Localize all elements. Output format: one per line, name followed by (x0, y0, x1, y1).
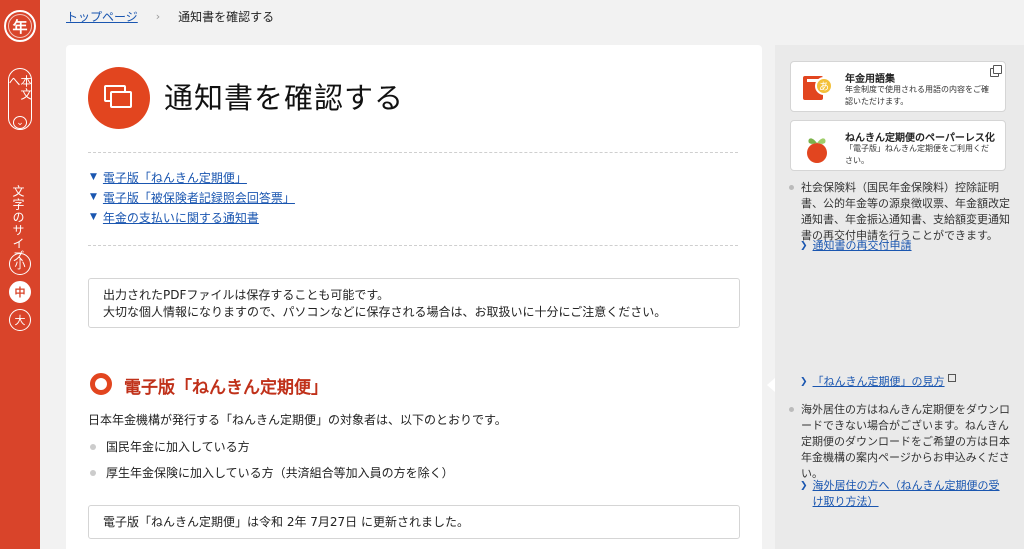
overseas-description: 海外居住の方はねんきん定期便をダウンロードできない場合がございます。ねんきん定期… (789, 402, 1011, 482)
reissue-description: 社会保険料（国民年金保険料）控除証明書、公的年金等の源泉徴収票、年金額改定通知書… (789, 180, 1011, 244)
paperless-card-title: ねんきん定期便のペーパーレス化 (845, 133, 995, 144)
logo-text: 年 (12, 17, 28, 36)
toc-link-nenkin-teikibin[interactable]: 電子版「ねんきん定期便」 (103, 169, 247, 186)
svg-text:あ: あ (819, 81, 829, 93)
documents-icon (88, 67, 150, 129)
font-size-large-button[interactable]: 大 (9, 309, 31, 331)
paperless-card[interactable]: ねんきん定期便のペーパーレス化 「電子版」ねんきん定期便をご利用ください。 (790, 120, 1006, 171)
divider (88, 245, 738, 246)
divider (88, 152, 738, 153)
main-content: 通知書を確認する ▼ 電子版「ねんきん定期便」 ▼ 電子版「被保険者記録照会回答票」… (66, 45, 762, 549)
toc-item: ▼ 電子版「被保険者記録照会回答票」 (90, 187, 295, 207)
pdf-save-notice: 出力されたPDFファイルは保存することも可能です。 大切な個人情報になりますので… (88, 278, 740, 328)
chevron-right-icon: ❯ (800, 481, 808, 491)
breadcrumb: トップページ › 通知書を確認する (66, 8, 274, 25)
skip-to-main-label: 本文へ (7, 75, 33, 101)
reissue-text: 社会保険料（国民年金保険料）控除証明書、公的年金等の源泉徴収票、年金額改定通知書… (801, 181, 1010, 242)
section-ring-icon (90, 373, 112, 395)
font-size-medium-button[interactable]: 中 (9, 281, 31, 303)
overseas-link-row: ❯ 海外居住の方へ（ねんきん定期便の受け取り方法） (800, 478, 1010, 510)
section-title: 電子版「ねんきん定期便」 (124, 378, 328, 398)
glossary-book-icon: あ (803, 76, 833, 100)
list-item: 国民年金に加入している方 (90, 438, 250, 455)
toc-item: ▼ 電子版「ねんきん定期便」 (90, 167, 295, 187)
overseas-text: 海外居住の方はねんきん定期便をダウンロードできない場合がございます。ねんきん定期… (801, 403, 1010, 480)
toc-link-payment-notice[interactable]: 年金の支払いに関する通知書 (103, 209, 259, 226)
page-title: 通知書を確認する (164, 81, 405, 115)
notice-line: 出力されたPDFファイルは保存することも可能です。 (103, 288, 390, 302)
reissue-link-row: ❯ 通知書の再交付申請 (800, 238, 912, 254)
side-rail: 年 本文へ ⌄ 文字のサイズ 小 中 大 (0, 0, 40, 549)
skip-to-main-button[interactable]: 本文へ ⌄ (7, 68, 33, 130)
glossary-card-title: 年金用語集 (845, 74, 895, 85)
chevron-right-icon: ❯ (800, 241, 808, 251)
update-notice: 電子版「ねんきん定期便」は令和 2年 7月27日 に更新されました。 (88, 505, 740, 539)
callout-pointer (767, 378, 775, 392)
reissue-link[interactable]: 通知書の再交付申請 (813, 238, 912, 254)
chevron-down-icon: ▼ (90, 212, 97, 222)
paperless-plant-icon (807, 138, 827, 163)
external-link-icon (990, 65, 1002, 77)
chevron-down-icon: ▼ (90, 172, 97, 182)
glossary-card-desc: 年金制度で使用される用語の内容をご確認いただけます。 (845, 85, 989, 106)
toc-item: ▼ 年金の支払いに関する通知書 (90, 207, 295, 227)
list-item-text: 国民年金に加入している方 (106, 440, 250, 454)
list-item: 厚生年金保険に加入している方（共済組合等加入員の方を除く） (90, 464, 454, 481)
breadcrumb-current: 通知書を確認する (178, 10, 275, 24)
overseas-link[interactable]: 海外居住の方へ（ねんきん定期便の受け取り方法） (813, 478, 1010, 510)
how-to-read-link-row: ❯ 「ねんきん定期便」の見方 (800, 374, 956, 390)
section-intro: 日本年金機構が発行する「ねんきん定期便」の対象者は、以下のとおりです。 (88, 413, 507, 427)
glossary-card[interactable]: あ 年金用語集 年金制度で使用される用語の内容をご確認いただけます。 (790, 61, 1006, 112)
font-size-small-button[interactable]: 小 (9, 253, 31, 275)
external-link-icon (947, 374, 956, 382)
font-size-label: 文字のサイズ (11, 185, 25, 263)
how-to-read-link[interactable]: 「ねんきん定期便」の見方 (813, 374, 945, 390)
list-item-text: 厚生年金保険に加入している方（共済組合等加入員の方を除く） (106, 466, 454, 480)
breadcrumb-home-link[interactable]: トップページ (66, 8, 138, 25)
chevron-right-icon: ❯ (800, 377, 808, 387)
chevron-down-icon: ⌄ (13, 116, 27, 129)
notice-line: 大切な個人情報になりますので、パソコンなどに保存される場合は、お取扱いに十分にご… (103, 305, 667, 319)
toc-link-insured-record[interactable]: 電子版「被保険者記録照会回答票」 (103, 189, 295, 206)
breadcrumb-separator: › (155, 10, 161, 23)
page-toc: ▼ 電子版「ねんきん定期便」 ▼ 電子版「被保険者記録照会回答票」 ▼ 年金の支払いに… (90, 167, 295, 227)
chevron-down-icon: ▼ (90, 192, 97, 202)
paperless-card-desc: 「電子版」ねんきん定期便をご利用ください。 (845, 144, 989, 165)
logo-icon[interactable]: 年 (4, 10, 36, 42)
